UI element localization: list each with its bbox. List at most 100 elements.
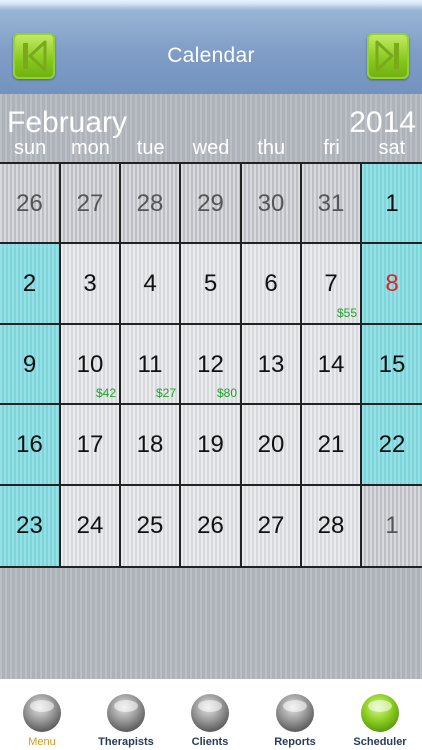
day-number: 9 [22, 350, 37, 378]
day-cell[interactable]: 12 $80 [181, 324, 242, 406]
day-number: 28 [317, 511, 345, 539]
weekday-wed: wed [192, 137, 230, 159]
day-cell[interactable]: 6 [242, 244, 302, 325]
calendar-grid: 26 27 28 29 30 31 1 2 3 4 5 6 7 $55 8 9 10 $42 11 $27 12 $80 1… [0, 162, 422, 568]
next-month-button[interactable] [367, 33, 409, 79]
day-cell[interactable]: 17 [61, 405, 121, 486]
day-number: 22 [378, 431, 406, 459]
tab-label: Menu [28, 736, 56, 748]
day-number: 3 [83, 270, 97, 298]
day-amount: $55 [336, 305, 357, 320]
month-label: February [7, 106, 128, 139]
day-number: 2 [22, 270, 37, 298]
day-amount: $80 [216, 386, 237, 401]
day-cell[interactable]: 27 [242, 485, 302, 566]
day-number: 26 [197, 511, 224, 539]
weekday-tue: tue [136, 137, 165, 159]
skip-forward-icon [375, 40, 399, 72]
day-number: 20 [257, 431, 285, 459]
day-number: 18 [136, 431, 164, 459]
day-cell[interactable]: 13 [242, 324, 302, 406]
day-cell[interactable]: 21 [302, 405, 362, 486]
day-number: 15 [378, 350, 406, 378]
day-cell[interactable]: 25 [121, 485, 181, 566]
gray-ball-icon [23, 694, 61, 732]
day-number: 21 [317, 431, 345, 459]
day-number: 31 [317, 190, 345, 217]
day-number: 23 [16, 511, 43, 539]
day-cell[interactable]: 18 [121, 405, 181, 486]
day-cell[interactable]: 3 [61, 244, 121, 325]
green-ball-icon [361, 694, 399, 732]
day-number: 1 [385, 190, 399, 217]
day-number: 28 [136, 190, 164, 217]
day-cell[interactable]: 11 $27 [121, 324, 181, 406]
day-cell[interactable]: 8 [362, 244, 422, 325]
day-cell[interactable]: 19 [181, 405, 242, 486]
day-number: 10 [76, 350, 104, 378]
day-number: 16 [16, 431, 43, 459]
day-number: 11 [137, 350, 163, 378]
day-cell[interactable]: 23 [0, 485, 61, 566]
tab-label: Reports [274, 736, 316, 748]
tab-scheduler[interactable]: Scheduler [338, 679, 422, 750]
day-cell[interactable]: 1 [362, 485, 422, 566]
day-number: 26 [16, 190, 43, 217]
day-number: 8 [385, 270, 399, 298]
day-number: 17 [76, 431, 104, 459]
day-cell[interactable]: 24 [61, 485, 121, 566]
day-number: 25 [136, 511, 164, 539]
day-number: 4 [143, 270, 157, 298]
day-cell[interactable]: 20 [242, 405, 302, 486]
year-label: 2014 [349, 106, 416, 139]
day-number: 6 [264, 270, 278, 298]
day-number: 1 [385, 511, 399, 539]
weekday-mon: mon [70, 137, 110, 159]
day-number: 29 [197, 190, 224, 217]
day-cell[interactable]: 28 [121, 164, 181, 245]
tab-label: Therapists [98, 736, 154, 748]
day-cell[interactable]: 2 [0, 244, 61, 325]
day-amount: $27 [155, 386, 176, 401]
app-header: Calendar [0, 0, 422, 94]
day-cell[interactable]: 28 [302, 485, 362, 566]
day-cell[interactable]: 14 [302, 324, 362, 406]
day-cell[interactable]: 31 [302, 164, 362, 245]
calendar-view: February 2014 sun mon tue wed thu fri sat 26 27… [0, 94, 422, 679]
day-cell[interactable]: 29 [181, 164, 242, 245]
day-number: 7 [324, 270, 338, 298]
gray-ball-icon [107, 694, 145, 732]
weekday-fri: fri [323, 137, 340, 159]
day-cell[interactable]: 15 [362, 324, 422, 406]
day-number: 27 [257, 511, 285, 539]
day-cell[interactable]: 16 [0, 405, 61, 486]
day-cell[interactable]: 10 $42 [61, 324, 121, 406]
day-number: 30 [257, 190, 285, 217]
weekday-sat: sat [378, 137, 406, 159]
tab-label: Scheduler [353, 736, 407, 748]
day-number: 13 [257, 350, 285, 378]
bottom-tab-bar: Menu Therapists Clients Reports Scheduler [0, 679, 422, 750]
day-cell[interactable]: 26 [0, 164, 61, 245]
day-number: 27 [76, 190, 104, 217]
day-cell[interactable]: 27 [61, 164, 121, 245]
day-cell[interactable]: 5 [181, 244, 242, 325]
tab-clients[interactable]: Clients [168, 679, 252, 750]
day-cell[interactable]: 7 $55 [302, 244, 362, 325]
day-number: 24 [76, 511, 104, 539]
tab-therapists[interactable]: Therapists [84, 679, 168, 750]
day-cell[interactable]: 22 [362, 405, 422, 486]
gray-ball-icon [276, 694, 314, 732]
day-cell[interactable]: 1 [362, 164, 422, 245]
tab-reports[interactable]: Reports [253, 679, 337, 750]
day-amount: $42 [95, 386, 116, 401]
page-title: Calendar [167, 44, 255, 67]
day-cell[interactable]: 30 [242, 164, 302, 245]
day-cell[interactable]: 4 [121, 244, 181, 325]
day-number: 5 [203, 270, 218, 298]
weekday-thu: thu [257, 137, 286, 159]
tab-menu[interactable]: Menu [0, 679, 84, 750]
day-number: 14 [317, 350, 345, 378]
day-cell[interactable]: 26 [181, 485, 242, 566]
day-cell[interactable]: 9 [0, 324, 61, 406]
